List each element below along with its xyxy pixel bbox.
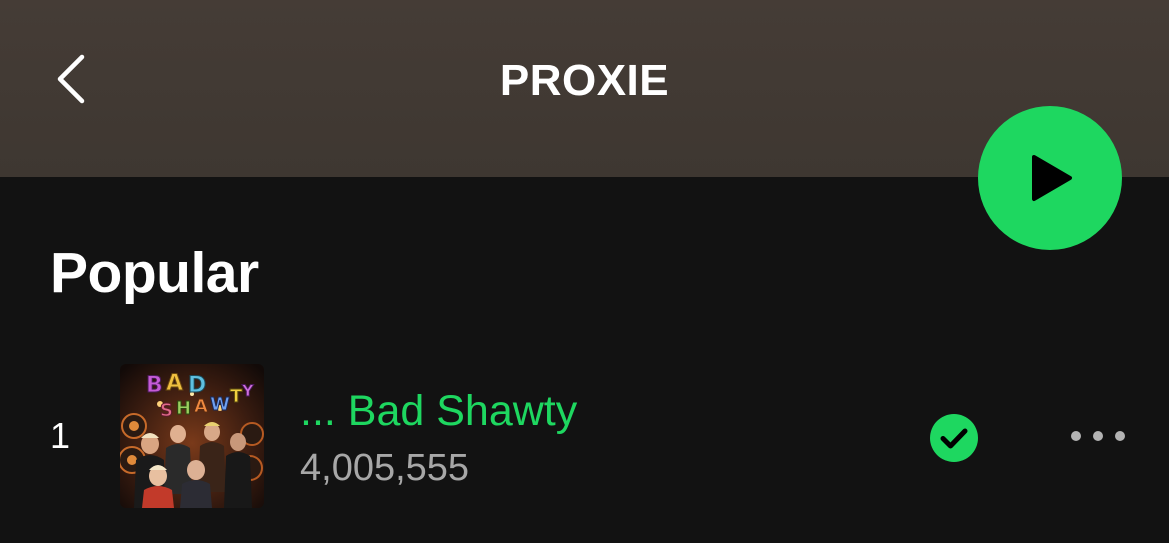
svg-text:A: A	[194, 396, 208, 417]
play-icon	[1032, 155, 1072, 201]
track-play-count: 4,005,555	[300, 447, 470, 489]
svg-text:S: S	[160, 400, 173, 421]
svg-text:Y: Y	[241, 381, 254, 400]
track-number: 1	[50, 415, 71, 456]
play-button[interactable]	[978, 106, 1122, 250]
svg-text:H: H	[176, 398, 191, 419]
svg-text:D: D	[188, 373, 206, 398]
page-title: PROXIE	[499, 56, 670, 105]
liked-button[interactable]	[930, 414, 978, 462]
track-title: ... Bad Shawty	[300, 387, 578, 435]
check-circle-icon	[930, 414, 978, 462]
more-options-button[interactable]	[1066, 416, 1130, 456]
track-artwork: B A D S H A W T Y	[120, 364, 264, 508]
svg-text:B: B	[146, 373, 163, 398]
more-horizontal-icon	[1071, 431, 1125, 441]
album-cover-image: B A D S H A W T Y	[120, 364, 264, 508]
svg-text:W: W	[210, 394, 230, 415]
artist-popular-screen: PROXIE Popular 1 B A D S H A W T Y ... B…	[0, 0, 1169, 543]
svg-text:A: A	[166, 371, 183, 396]
section-title: Popular	[50, 241, 259, 305]
track-row[interactable]: 1 B A D S H A W T Y ... Bad Shawty 4,005…	[0, 362, 1169, 510]
